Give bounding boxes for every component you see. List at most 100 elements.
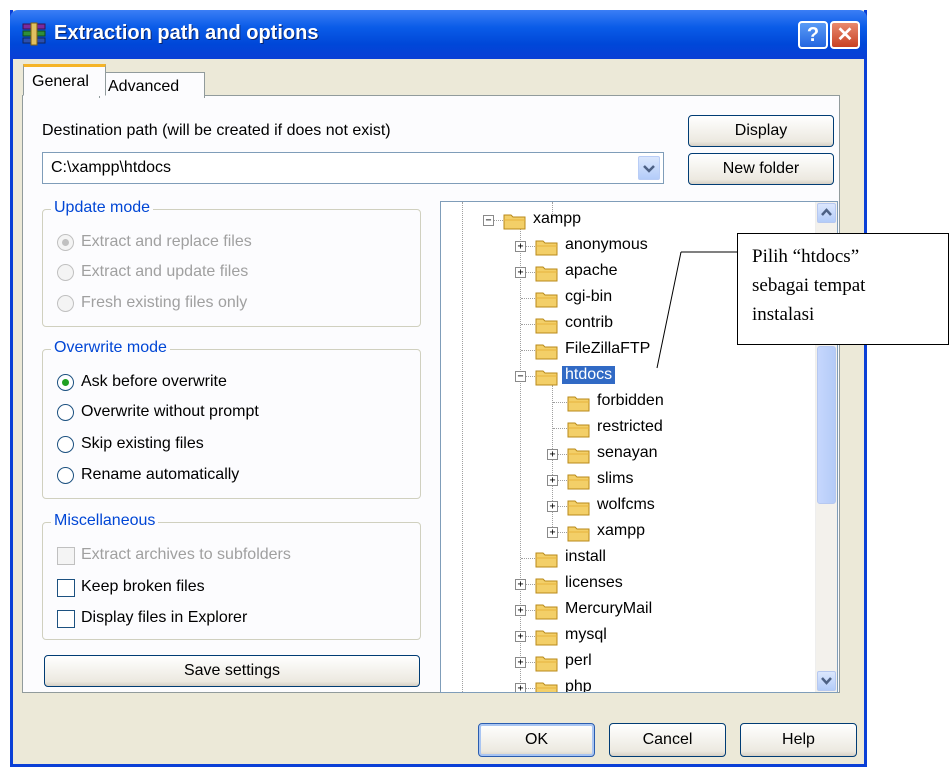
tree-item[interactable]: + wolfcms: [441, 495, 816, 519]
tree-item-label: htdocs: [562, 366, 616, 384]
folder-icon: [535, 240, 558, 256]
tree-item-label: restricted: [597, 418, 663, 435]
expand-icon[interactable]: +: [515, 579, 526, 590]
display-button[interactable]: Display: [688, 115, 834, 147]
help-button[interactable]: Help: [740, 723, 857, 757]
checkbox[interactable]: [57, 579, 75, 597]
tree-item-label: perl: [565, 652, 592, 669]
tree-item[interactable]: + perl: [441, 651, 816, 675]
tree-item[interactable]: − xampp: [441, 209, 816, 233]
radio-button[interactable]: [57, 374, 74, 391]
expand-icon[interactable]: +: [515, 631, 526, 642]
folder-icon: [535, 682, 558, 692]
tree-item[interactable]: install: [441, 547, 816, 571]
window-title: Extraction path and options: [54, 22, 319, 44]
option-label: Display files in Explorer: [81, 609, 248, 626]
tree-item-label: cgi-bin: [565, 288, 613, 305]
expand-icon[interactable]: +: [547, 475, 558, 486]
radio-button[interactable]: [57, 404, 74, 421]
tree-item[interactable]: + senayan: [441, 443, 816, 467]
tree-item[interactable]: + licenses: [441, 573, 816, 597]
folder-icon: [535, 344, 558, 360]
help-title-button[interactable]: ?: [798, 21, 828, 49]
option-label: Rename automatically: [81, 466, 240, 483]
update-mode-title: Update mode: [51, 199, 154, 217]
folder-icon: [567, 396, 590, 412]
option-label: Extract and update files: [81, 263, 249, 280]
tree-item-label: wolfcms: [597, 496, 655, 513]
miscellaneous-group: Miscellaneous Extract archives to subfol…: [42, 512, 421, 640]
folder-icon: [535, 604, 558, 620]
ok-button[interactable]: OK: [478, 723, 595, 757]
folder-icon: [535, 630, 558, 646]
folder-icon: [567, 500, 590, 516]
tree-item-label: php: [565, 678, 592, 693]
tree-item[interactable]: − htdocs: [441, 365, 816, 389]
callout-text: Pilih “htdocs” sebagai tempat instalasi: [752, 246, 866, 325]
expand-icon[interactable]: +: [515, 241, 526, 252]
new-folder-button[interactable]: New folder: [688, 153, 834, 185]
save-settings-button[interactable]: Save settings: [44, 655, 420, 687]
overwrite-mode-group: Overwrite mode Ask before overwrite Over…: [42, 339, 421, 499]
folder-icon: [535, 318, 558, 334]
tree-item-label: mysql: [565, 626, 607, 643]
tree-item[interactable]: + xampp: [441, 521, 816, 545]
collapse-icon[interactable]: −: [515, 371, 526, 382]
title-bar[interactable]: Extraction path and options ? ✕: [10, 10, 867, 59]
folder-icon: [535, 656, 558, 672]
expand-icon[interactable]: +: [515, 605, 526, 616]
option-label: Skip existing files: [81, 435, 204, 452]
tree-item[interactable]: restricted: [441, 417, 816, 441]
checkbox[interactable]: [57, 547, 75, 565]
expand-icon[interactable]: +: [515, 683, 526, 692]
radio-button[interactable]: [57, 234, 74, 251]
collapse-icon[interactable]: −: [483, 215, 494, 226]
radio-button[interactable]: [57, 264, 74, 281]
option-label: Keep broken files: [81, 578, 205, 595]
folder-icon: [535, 266, 558, 282]
tree-item[interactable]: + mysql: [441, 625, 816, 649]
option-label: Extract and replace files: [81, 233, 252, 250]
expand-icon[interactable]: +: [547, 501, 558, 512]
tree-item-label: xampp: [597, 522, 646, 539]
overwrite-mode-title: Overwrite mode: [51, 339, 170, 357]
annotation-callout: Pilih “htdocs” sebagai tempat instalasi: [737, 233, 949, 345]
tree-item[interactable]: + slims: [441, 469, 816, 493]
tree-item[interactable]: forbidden: [441, 391, 816, 415]
tree-item-label: FileZillaFTP: [565, 340, 651, 357]
tab-general[interactable]: General: [23, 64, 106, 96]
scroll-thumb[interactable]: [817, 346, 836, 504]
expand-icon[interactable]: +: [515, 267, 526, 278]
folder-icon: [535, 578, 558, 594]
checkbox[interactable]: [57, 610, 75, 628]
destination-label: Destination path (will be created if doe…: [42, 122, 391, 139]
radio-button[interactable]: [57, 295, 74, 312]
expand-icon[interactable]: +: [515, 657, 526, 668]
radio-button[interactable]: [57, 436, 74, 453]
tree-item[interactable]: + MercuryMail: [441, 599, 816, 623]
option-label: Overwrite without prompt: [81, 403, 259, 420]
destination-path-input[interactable]: C:\xampp\htdocs: [42, 152, 664, 184]
close-button[interactable]: ✕: [830, 21, 860, 49]
destination-path-value: C:\xampp\htdocs: [51, 159, 172, 176]
expand-icon[interactable]: +: [547, 527, 558, 538]
option-label: Ask before overwrite: [81, 373, 227, 390]
folder-icon: [567, 422, 590, 438]
archive-books-icon: [22, 22, 46, 46]
folder-icon: [567, 526, 590, 542]
cancel-button[interactable]: Cancel: [609, 723, 726, 757]
tree-item-label: MercuryMail: [565, 600, 653, 617]
chevron-down-icon[interactable]: [638, 156, 660, 180]
option-label: Fresh existing files only: [81, 294, 248, 311]
scroll-down-icon[interactable]: [817, 671, 836, 691]
tab-advanced[interactable]: Advanced: [99, 72, 205, 98]
tree-item-label: xampp: [533, 210, 582, 227]
radio-button[interactable]: [57, 467, 74, 484]
expand-icon[interactable]: +: [547, 449, 558, 460]
tree-item[interactable]: + php: [441, 677, 816, 693]
folder-icon: [535, 292, 558, 308]
scroll-up-icon[interactable]: [817, 203, 836, 223]
folder-icon: [503, 214, 526, 230]
tree-item-label: slims: [597, 470, 634, 487]
tree-item-label: install: [565, 548, 606, 565]
